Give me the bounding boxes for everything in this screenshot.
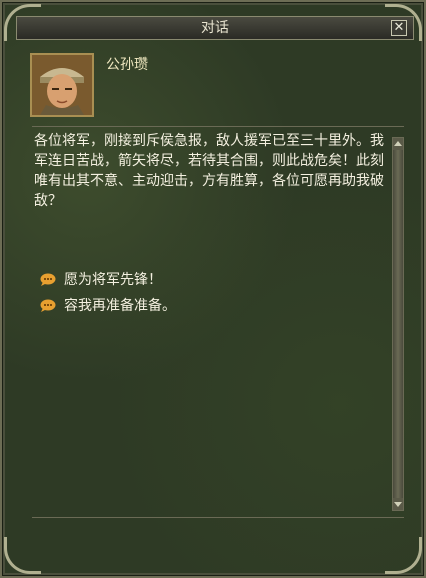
speech-bubble-icon: [40, 273, 56, 286]
option-prepare[interactable]: 容我再准备准备。: [36, 293, 176, 319]
window-title: 对话: [201, 20, 229, 36]
frame-corner-bottom-left: [4, 537, 41, 574]
option-label: 愿为将军先锋！: [64, 272, 162, 288]
scroll-down-button[interactable]: [393, 498, 403, 510]
option-label: 容我再准备准备。: [64, 298, 176, 314]
speaker-name: 公孙瓒: [106, 57, 148, 73]
dialog-panel: 各位将军，刚接到斥侯急报，敌人援军已至三十里外。我军连日苦战，箭矢将尽，若待其合…: [32, 126, 404, 518]
speech-bubble-icon: [40, 299, 56, 312]
portrait-icon: [30, 53, 94, 117]
scrollbar[interactable]: [392, 137, 404, 511]
scroll-thumb[interactable]: [393, 150, 403, 500]
scroll-up-button[interactable]: [393, 138, 403, 150]
option-list: 愿为将军先锋！ 容我再准备准备。: [36, 267, 176, 319]
close-button[interactable]: ✕: [391, 20, 407, 36]
dialog-text: 各位将军，刚接到斥侯急报，敌人援军已至三十里外。我军连日苦战，箭矢将尽，若待其合…: [34, 133, 384, 209]
title-bar[interactable]: 对话 ✕: [16, 16, 414, 40]
dialog-window: 对话 ✕ 公孙瓒 各位将军，刚接到斥侯急报，敌人援军已至三十里外。我军连日苦战，…: [0, 0, 426, 578]
frame-corner-bottom-right: [385, 537, 422, 574]
option-vanguard[interactable]: 愿为将军先锋！: [36, 267, 176, 293]
close-icon: ✕: [393, 20, 405, 35]
